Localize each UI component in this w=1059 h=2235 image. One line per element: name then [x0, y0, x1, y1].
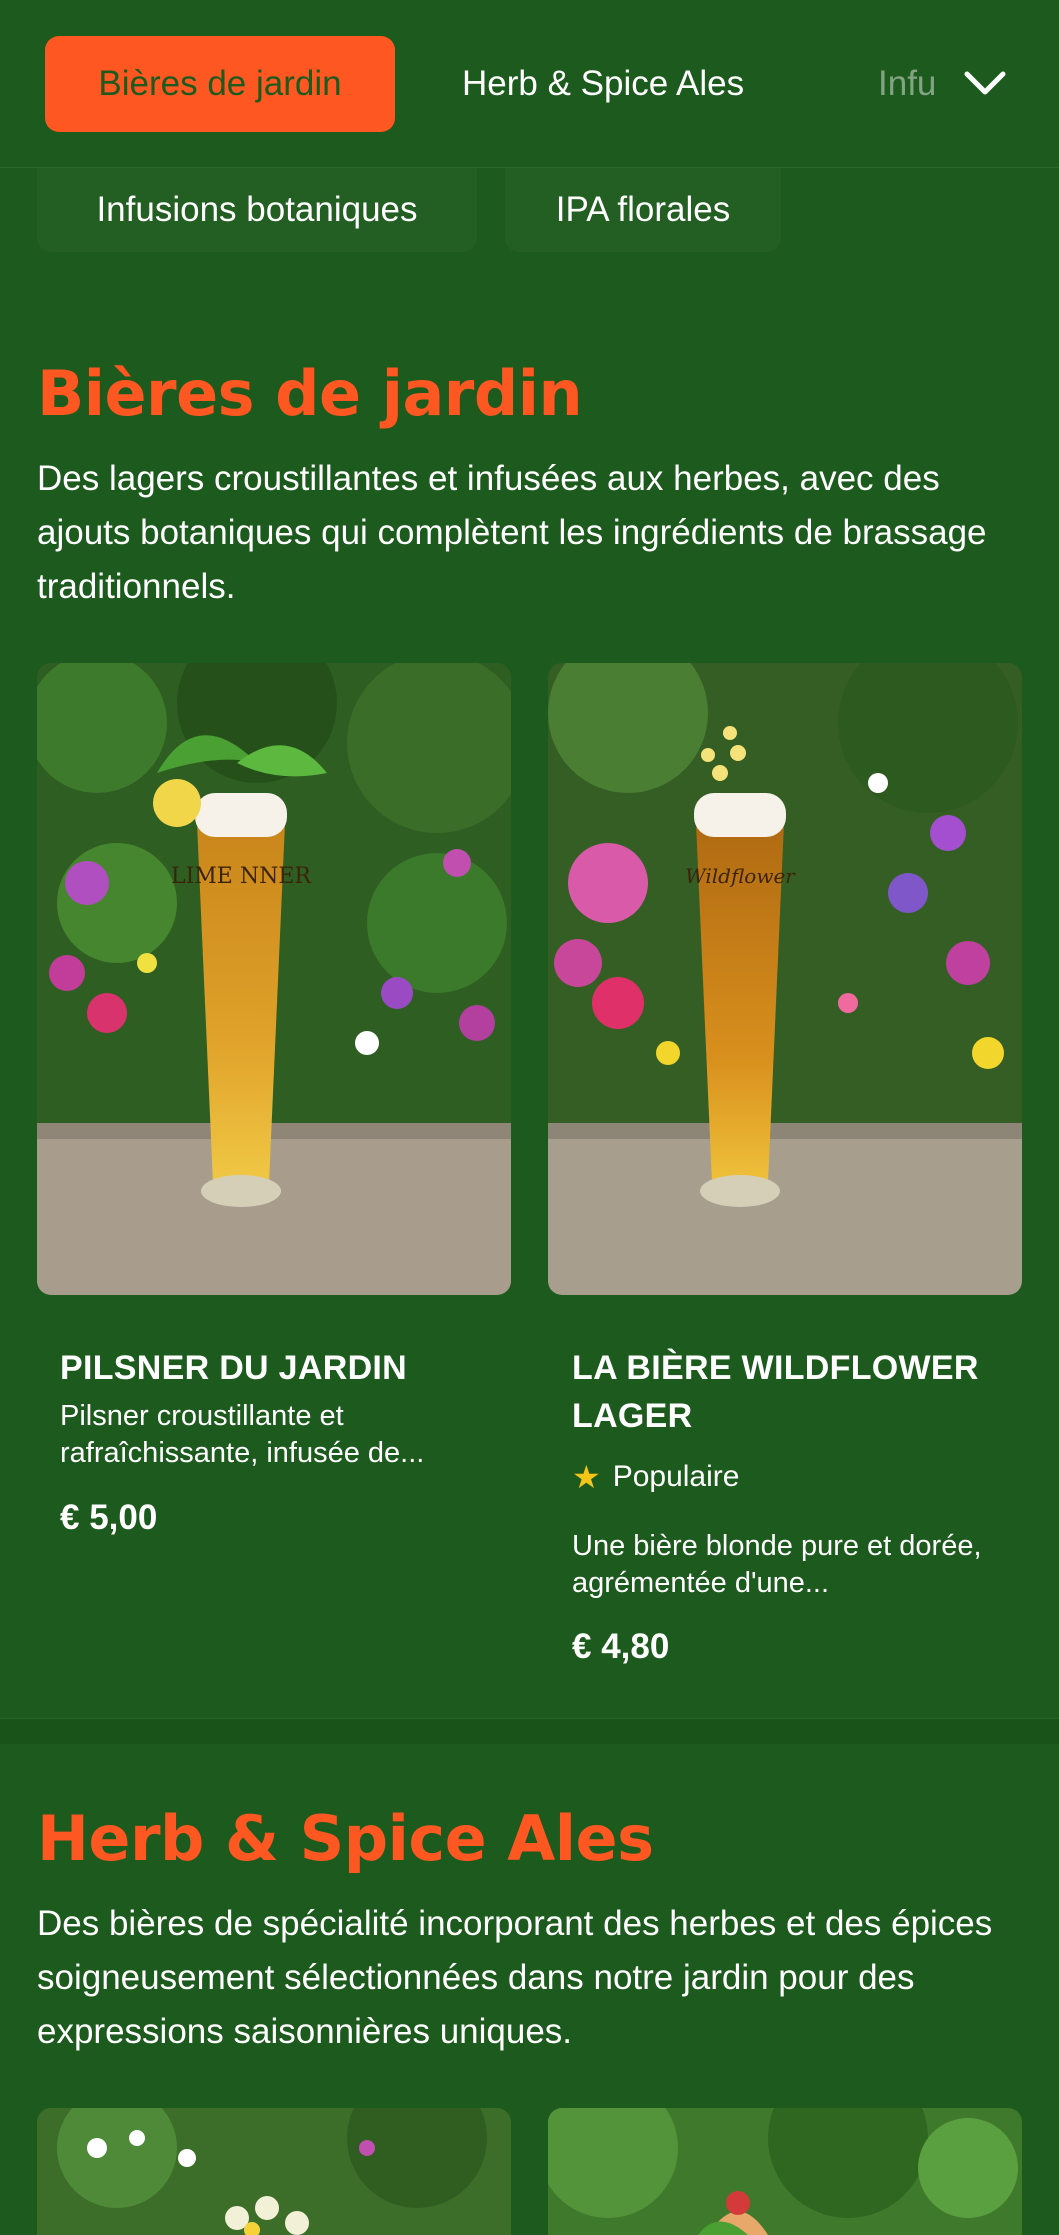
chip-infusions-botaniques[interactable]: Infusions botaniques [37, 168, 477, 252]
product-image[interactable]: LIME NNER [37, 663, 511, 1295]
product-image[interactable] [37, 2108, 511, 2235]
glass-logo-text: Wildflower [685, 864, 796, 888]
product-image[interactable]: Wildflower [548, 663, 1022, 1295]
product-image[interactable] [548, 2108, 1022, 2235]
badge-label: Populaire [612, 1460, 740, 1493]
tab-infusions[interactable]: Infu [878, 36, 938, 132]
category-nav: Bières de jardin Herb & Spice Ales Infu [0, 0, 1059, 168]
tab-herb-spice-ales[interactable]: Herb & Spice Ales [462, 36, 744, 132]
section-description: Des bières de spécialité incorporant des… [37, 1904, 993, 2051]
chevron-down-icon[interactable] [960, 60, 1010, 110]
product-description: Une bière blonde pure et dorée, agrément… [572, 1530, 982, 1599]
star-icon: ★ [572, 1459, 601, 1495]
glass-logo-text: LIME NNER [171, 864, 312, 889]
product-name[interactable]: LA BIÈRE WILDFLOWER LAGER [572, 1344, 1012, 1440]
section-title: Herb & Spice Ales [37, 1802, 654, 1875]
product-price: € 4,80 [572, 1627, 670, 1666]
chip-ipa-florales[interactable]: IPA florales [505, 168, 781, 252]
section-description: Des lagers croustillantes et infusées au… [37, 459, 987, 606]
product-price: € 5,00 [60, 1498, 158, 1537]
product-description: Pilsner croustillante et rafraîchissante… [60, 1400, 425, 1469]
product-name[interactable]: PILSNER DU JARDIN [60, 1344, 490, 1392]
popular-badge: ★ Populaire [572, 1458, 739, 1496]
section-divider [0, 1718, 1059, 1744]
tab-bieres-de-jardin[interactable]: Bières de jardin [45, 36, 395, 132]
section-title: Bières de jardin [37, 357, 583, 430]
